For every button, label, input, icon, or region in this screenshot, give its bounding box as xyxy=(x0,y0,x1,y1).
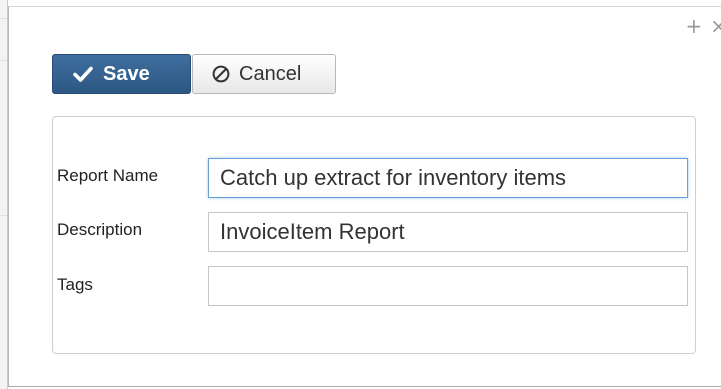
close-icon[interactable]: × xyxy=(710,14,721,38)
tags-field[interactable] xyxy=(208,266,688,306)
no-entry-icon xyxy=(212,65,230,83)
background-divider xyxy=(0,60,7,61)
background-divider xyxy=(0,215,7,216)
cancel-button-label: Cancel xyxy=(239,62,302,85)
report-name-label: Report Name xyxy=(57,166,159,185)
plus-icon[interactable]: + xyxy=(685,14,710,38)
check-icon xyxy=(73,66,93,82)
save-button-label: Save xyxy=(103,62,150,85)
report-dialog: +× Save Cancel Report Name Description T… xyxy=(8,6,721,387)
report-name-field[interactable] xyxy=(208,158,688,198)
cancel-button[interactable]: Cancel xyxy=(192,54,336,94)
background-divider xyxy=(0,18,7,19)
tags-label: Tags xyxy=(57,275,93,294)
description-field[interactable] xyxy=(208,212,688,252)
save-button[interactable]: Save xyxy=(52,54,191,94)
background-strip xyxy=(0,0,8,389)
dialog-window-controls: +× xyxy=(685,16,721,37)
description-label: Description xyxy=(57,220,143,239)
